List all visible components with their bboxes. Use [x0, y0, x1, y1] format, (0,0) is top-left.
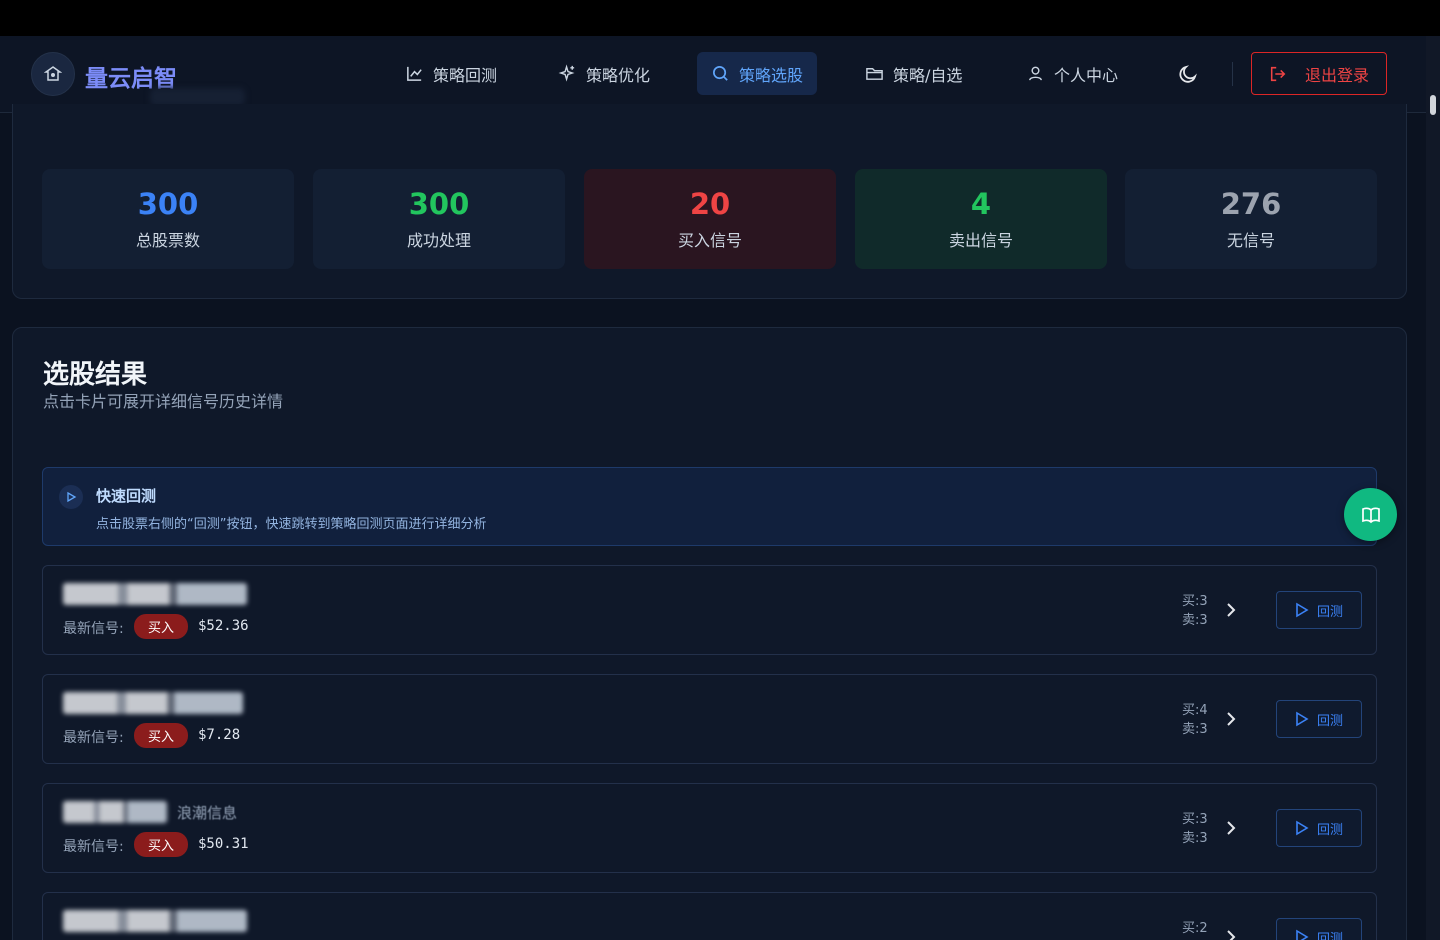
stat-label: 买入信号	[677, 231, 742, 250]
backtest-label: 回测	[1316, 931, 1343, 940]
nav-label: 策略优化	[586, 65, 651, 85]
stock-card[interactable]: 最新信号: 买入 $7.28 买:4 卖:3 回测	[42, 674, 1377, 764]
stat-sell: 4 卖出信号	[855, 169, 1107, 269]
play-icon	[1296, 820, 1309, 836]
backtest-label: 回测	[1316, 604, 1343, 620]
stock-code-blurred	[63, 692, 243, 714]
stat-processed: 300 成功处理	[313, 169, 565, 269]
results-subtitle: 点击卡片可展开详细信号历史详情	[43, 392, 284, 411]
signal-label: 最新信号:	[63, 730, 124, 746]
chevron-right-icon[interactable]	[1223, 818, 1239, 838]
signal-label: 最新信号:	[63, 839, 124, 855]
sell-count: 卖:3	[1182, 613, 1208, 628]
stat-total: 300 总股票数	[42, 169, 294, 269]
results-title: 选股结果	[43, 360, 148, 390]
chevron-right-icon[interactable]	[1223, 709, 1239, 729]
nav-item-watchlist[interactable]: 策略/自选	[851, 52, 976, 95]
backtest-label: 回测	[1316, 822, 1343, 838]
stat-label: 总股票数	[135, 231, 200, 250]
stat-buy: 20 买入信号	[584, 169, 836, 269]
buy-count: 买:2	[1182, 921, 1208, 936]
play-icon	[1296, 602, 1309, 618]
top-navbar: 量云启智 策略回测 策略优化 策略选股 策略/自选 个人中心 退出登录	[0, 36, 1426, 113]
signal-counts: 买:4 卖:3	[1182, 701, 1208, 739]
window-top-strip	[0, 0, 1440, 36]
backtest-label: 回测	[1316, 713, 1343, 729]
stock-card[interactable]: 最新信号: 买入 $52.36 买:3 卖:3 回测	[42, 565, 1377, 655]
logo[interactable]	[31, 52, 75, 96]
nav-label: 个人中心	[1054, 65, 1119, 85]
stock-card[interactable]: 浪潮信息 最新信号: 买入 $50.31 买:3 卖:3 回测	[42, 783, 1377, 873]
signal-badge: 买入	[134, 832, 188, 857]
backtest-button[interactable]: 回测	[1276, 591, 1362, 629]
stock-code-blurred	[63, 801, 167, 823]
sell-count: 卖:3	[1182, 831, 1208, 846]
nav-item-selection[interactable]: 策略选股	[697, 52, 818, 95]
logo-icon	[44, 66, 62, 81]
buy-count: 买:4	[1182, 703, 1208, 718]
folder-icon	[866, 68, 883, 80]
tip-description: 点击股票右侧的“回测”按钮，快速跳转到策略回测页面进行详细分析	[96, 517, 487, 532]
logout-icon	[1270, 66, 1286, 81]
quick-backtest-tip: 快速回测 点击股票右侧的“回测”按钮，快速跳转到策略回测页面进行详细分析	[42, 467, 1377, 546]
backtest-button[interactable]: 回测	[1276, 918, 1362, 940]
play-icon	[59, 485, 83, 509]
backtest-button[interactable]: 回测	[1276, 809, 1362, 847]
logout-button[interactable]: 退出登录	[1251, 52, 1387, 95]
nav-label: 策略回测	[433, 65, 498, 85]
stock-price: $50.31	[198, 836, 249, 852]
stock-code-blurred	[63, 910, 247, 932]
stat-value: 276	[1220, 187, 1282, 221]
nav-item-backtest[interactable]: 策略回测	[391, 52, 511, 95]
sparkles-icon	[558, 64, 575, 82]
stat-value: 4	[970, 187, 992, 221]
chevron-right-icon[interactable]	[1223, 600, 1239, 620]
scrollbar-thumb[interactable]	[1430, 95, 1436, 115]
book-open-icon	[1361, 506, 1380, 523]
search-icon	[712, 65, 728, 81]
sell-count: 卖:3	[1182, 722, 1208, 737]
stat-label: 卖出信号	[948, 231, 1013, 250]
stock-price: $7.28	[198, 727, 241, 743]
stat-label: 无信号	[1226, 231, 1275, 250]
play-icon	[1296, 711, 1309, 727]
stat-value: 20	[689, 187, 731, 221]
nav-divider	[1232, 62, 1233, 86]
signal-label: 最新信号:	[63, 621, 124, 637]
buy-count: 买:3	[1182, 812, 1208, 827]
user-icon	[1029, 66, 1042, 81]
stock-name: 浪潮信息	[177, 804, 238, 822]
nav-label: 策略/自选	[893, 65, 963, 85]
stat-label: 成功处理	[406, 231, 471, 250]
chevron-right-icon[interactable]	[1223, 927, 1239, 940]
signal-badge: 买入	[134, 723, 188, 748]
stat-value: 300	[408, 187, 470, 221]
logout-label: 退出登录	[1304, 65, 1369, 85]
tip-title: 快速回测	[96, 487, 157, 505]
buy-count: 买:3	[1182, 594, 1208, 609]
stock-price: $52.36	[198, 618, 249, 634]
page-scrollbar[interactable]	[1426, 36, 1440, 940]
stat-none: 276 无信号	[1125, 169, 1377, 269]
nav-item-optimize[interactable]: 策略优化	[544, 52, 664, 95]
nav-item-profile[interactable]: 个人中心	[1012, 52, 1132, 95]
backtest-button[interactable]: 回测	[1276, 700, 1362, 738]
moon-icon[interactable]	[1176, 62, 1200, 86]
stock-card[interactable]: 买:2 回测	[42, 892, 1377, 940]
play-icon	[1296, 929, 1309, 940]
signal-counts: 买:3 卖:3	[1182, 810, 1208, 848]
signal-counts: 买:2	[1182, 919, 1208, 938]
stat-value: 300	[137, 187, 199, 221]
stock-code-blurred	[63, 583, 247, 605]
signal-badge: 买入	[134, 614, 188, 639]
nav-label: 策略选股	[739, 65, 804, 85]
guide-button[interactable]	[1344, 488, 1397, 541]
signal-counts: 买:3 卖:3	[1182, 592, 1208, 630]
chart-line-icon	[407, 66, 422, 81]
